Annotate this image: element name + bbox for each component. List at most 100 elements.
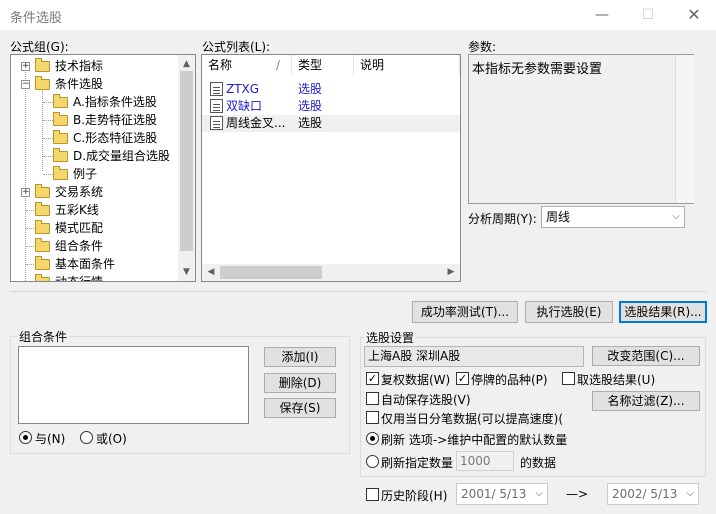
title-bar: 条件选股 — ☐ ✕: [0, 0, 716, 30]
folder-icon: [53, 130, 68, 144]
date-from-picker[interactable]: 2001/ 5/13 ⌵: [456, 483, 548, 505]
or-radio[interactable]: [80, 431, 93, 444]
combo-conditions-title: 组合条件: [17, 328, 70, 345]
combo-conditions-list[interactable]: [18, 346, 249, 424]
suspended-checkbox[interactable]: ✓: [456, 372, 469, 385]
divider: [10, 291, 706, 292]
tree-item-label: 基本面条件: [55, 257, 116, 271]
execute-select-button[interactable]: 执行选股(E): [525, 301, 613, 323]
params-scrollbar: [675, 55, 694, 203]
folder-icon: [53, 94, 68, 108]
refresh-default-radio[interactable]: [366, 432, 379, 445]
date-to-picker[interactable]: 2002/ 5/13 ⌵: [607, 483, 699, 505]
formula-list-label: 公式列表(L):: [202, 40, 271, 54]
list-item-selected[interactable]: 周线金叉... 选股: [202, 115, 460, 132]
date-arrow: —>: [566, 487, 589, 501]
and-label: 与(N): [35, 432, 66, 446]
cancel-result-checkbox[interactable]: [562, 372, 575, 385]
tree-item-label: D.成交量组合选股: [73, 149, 171, 163]
tree-item-label: C.形态特征选股: [73, 131, 158, 145]
scroll-up-icon[interactable]: ▲: [181, 59, 192, 69]
scroll-thumb[interactable]: [180, 71, 193, 251]
delete-button[interactable]: 删除(D): [264, 373, 336, 393]
refresh-count-radio[interactable]: [366, 455, 379, 468]
auto-save-checkbox[interactable]: [366, 392, 379, 405]
or-label: 或(O): [96, 432, 127, 446]
refresh-count-label: 刷新指定数量: [381, 456, 454, 470]
folder-icon: [35, 238, 50, 252]
add-button[interactable]: 添加(I): [264, 347, 336, 367]
params-text: 本指标无参数需要设置: [472, 62, 603, 77]
params-label: 参数:: [468, 40, 497, 54]
tree-item-label: A.指标条件选股: [73, 95, 157, 109]
list-item[interactable]: ZTXG 选股: [202, 81, 460, 98]
list-item[interactable]: 双缺口 选股: [202, 98, 460, 115]
suspended-label: 停牌的品种(P): [471, 373, 548, 387]
restore-rights-label: 复权数据(W): [381, 373, 451, 387]
scroll-thumb[interactable]: [220, 266, 322, 279]
select-result-button[interactable]: 选股结果(R)...: [619, 301, 707, 323]
name-filter-button[interactable]: 名称过滤(Z)...: [592, 391, 700, 411]
change-range-button[interactable]: 改变范围(C)...: [592, 346, 700, 366]
column-header-name[interactable]: 名称 /: [202, 55, 292, 75]
formula-group-label: 公式组(G):: [10, 40, 69, 54]
auto-save-label: 自动保存选股(V): [381, 393, 471, 407]
and-radio[interactable]: [19, 431, 32, 444]
scroll-right-icon[interactable]: ▶: [446, 267, 456, 277]
history-label: 历史阶段(H): [381, 489, 448, 503]
tree-item-label: B.走势特征选股: [73, 113, 158, 127]
tree-line: [25, 63, 26, 281]
tree-item-label: 技术指标: [55, 59, 104, 73]
formula-icon: [210, 99, 223, 113]
selection-settings-title: 选股设置: [364, 329, 417, 346]
cancel-result-label: 取选股结果(U): [577, 373, 656, 387]
scroll-down-icon[interactable]: ▼: [181, 267, 192, 277]
folder-icon: [35, 256, 50, 270]
tree-scrollbar[interactable]: ▲ ▼: [178, 55, 195, 281]
chevron-down-icon: ⌵: [535, 488, 543, 499]
scroll-left-icon[interactable]: ◀: [206, 267, 216, 277]
maximize-icon: ☐: [641, 7, 655, 23]
period-label: 分析周期(Y):: [468, 212, 537, 226]
save-button[interactable]: 保存(S): [264, 398, 336, 418]
tree-item-label: 五彩K线: [55, 203, 99, 217]
today-tick-label: 仅用当日分笔数据(可以提高速度)(: [381, 412, 564, 426]
column-header-type[interactable]: 类型: [292, 55, 354, 75]
range-display: 上海A股 深圳A股: [364, 346, 584, 367]
refresh-count-input[interactable]: 1000: [456, 451, 514, 471]
formula-list[interactable]: 名称 / 类型 说明 ZTXG 选股 双缺口 选股 周线金叉... 选股 ◀ ▶: [201, 54, 461, 282]
folder-icon: [35, 220, 50, 234]
params-box: 本指标无参数需要设置: [468, 54, 694, 204]
folder-icon: [53, 148, 68, 162]
history-checkbox[interactable]: [366, 488, 379, 501]
sort-icon: /: [276, 58, 281, 72]
tree-item-label: 交易系统: [55, 185, 104, 199]
today-tick-checkbox[interactable]: [366, 411, 379, 424]
minimize-icon[interactable]: —: [582, 2, 622, 28]
column-header-desc[interactable]: 说明: [354, 55, 460, 75]
folder-icon: [35, 202, 50, 216]
folder-icon: [35, 274, 50, 281]
folder-open-icon: [53, 166, 68, 180]
folder-open-icon: [35, 76, 50, 90]
tree-item-label: 组合条件: [55, 239, 104, 253]
tree-line: [42, 91, 43, 171]
chevron-down-icon: ⌵: [686, 488, 694, 499]
close-icon[interactable]: ✕: [674, 2, 714, 28]
expand-icon[interactable]: +: [21, 188, 30, 197]
restore-rights-checkbox[interactable]: ✓: [366, 372, 379, 385]
expand-icon[interactable]: +: [21, 62, 30, 71]
formula-icon: [210, 116, 223, 130]
tree-item-label: 模式匹配: [55, 221, 104, 235]
folder-icon: [35, 184, 50, 198]
list-hscrollbar[interactable]: ◀ ▶: [202, 264, 460, 281]
formula-group-tree[interactable]: + 技术指标 − 条件选股 A.指标条件选股 B.走势特征选股 C.形态特征选股…: [10, 54, 196, 282]
window-title: 条件选股: [10, 11, 63, 26]
tree-item-label: 例子: [73, 167, 98, 181]
period-select[interactable]: 周线 ⌵: [541, 206, 685, 228]
success-test-button[interactable]: 成功率测试(T)...: [412, 301, 518, 323]
tree-item-label: 动态行情: [55, 275, 104, 282]
tree-item-label: 条件选股: [55, 77, 104, 91]
collapse-icon[interactable]: −: [21, 80, 30, 89]
formula-icon: [210, 82, 223, 96]
